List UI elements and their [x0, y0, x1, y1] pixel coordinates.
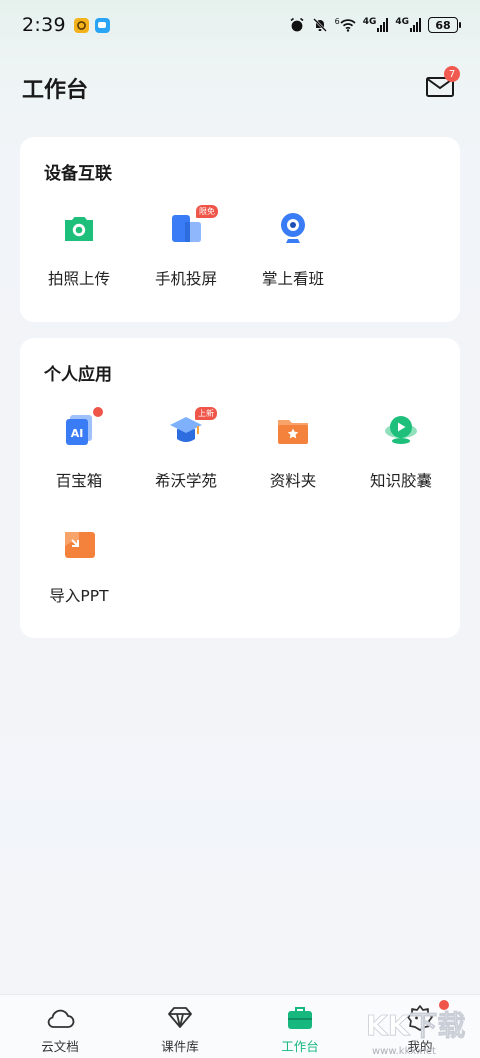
tile-label: 知识胶囊 [369, 472, 432, 490]
personal-section-card: 个人应用 AI 百宝箱 上新 希沃学苑 资料夹 知识胶囊 导入PPT [20, 338, 460, 638]
tab-label: 云文档 [41, 1039, 79, 1054]
tile-label: 资料夹 [269, 472, 317, 490]
notification-app-icon [73, 17, 89, 33]
tab-cloud-docs[interactable]: 云文档 [0, 995, 120, 1058]
signal-1: 4G [363, 18, 389, 32]
device-section-card: 设备互联 拍照上传 限免 手机投屏 掌上看班 [20, 137, 460, 322]
tab-workbench[interactable]: 工作台 [240, 995, 360, 1058]
tile-photo-upload[interactable]: 拍照上传 [24, 211, 134, 301]
alarm-icon [290, 17, 304, 32]
personal-section-title: 个人应用 [44, 365, 112, 385]
tab-label: 我的 [407, 1039, 433, 1054]
tile-label: 导入PPT [49, 587, 109, 605]
tab-courseware[interactable]: 课件库 [120, 995, 240, 1058]
page-title: 工作台 [22, 78, 89, 103]
mute-bell-icon [312, 18, 327, 32]
free-tag: 限免 [196, 205, 218, 218]
status-icons: 6 4G 4G 68 [289, 17, 461, 33]
tile-import-ppt[interactable]: 导入PPT [24, 528, 134, 618]
tile-label: 掌上看班 [261, 270, 324, 288]
import-ppt-icon [65, 532, 95, 558]
tile-folder[interactable]: 资料夹 [238, 413, 348, 503]
tile-toolbox[interactable]: AI 百宝箱 [24, 407, 134, 503]
ai-text: AI [71, 427, 84, 440]
network-label-2: 4G [395, 17, 409, 27]
bottom-tab-bar: 云文档 课件库 工作台 我的 [0, 994, 480, 1058]
tile-label: 百宝箱 [55, 472, 103, 490]
header: 工作台 [0, 62, 480, 112]
new-tag: 上新 [195, 407, 217, 420]
tile-class-monitor[interactable]: 掌上看班 [238, 211, 348, 301]
status-time: 2:39 [22, 14, 66, 36]
cloud-icon [47, 1009, 75, 1028]
new-dot [93, 407, 103, 417]
wifi-icon: 6 [335, 18, 356, 32]
profile-icon [407, 1005, 433, 1031]
tile-label: 手机投屏 [154, 270, 217, 288]
ai-toolbox-icon: AI [66, 415, 92, 445]
diamond-icon [168, 1007, 192, 1028]
battery-indicator: 68 [428, 17, 461, 33]
tile-screen-cast[interactable]: 限免 手机投屏 [131, 205, 241, 301]
tab-mine[interactable]: 我的 [360, 995, 480, 1058]
tab-label: 课件库 [161, 1039, 199, 1054]
tab-label: 工作台 [281, 1039, 319, 1054]
status-bar: 2:39 6 4G 4G 68 [0, 0, 480, 50]
tile-seewo-academy[interactable]: 上新 希沃学苑 [131, 407, 241, 503]
webcam-icon [281, 213, 305, 243]
network-label-1: 4G [362, 17, 377, 27]
briefcase-icon [288, 1007, 312, 1029]
tile-knowledge-capsule[interactable]: 知识胶囊 [346, 413, 456, 503]
tile-label: 拍照上传 [47, 270, 110, 288]
mail-badge: 7 [444, 66, 460, 82]
chat-app-icon [94, 17, 110, 33]
tab-mine-dot [439, 1000, 449, 1010]
play-capsule-icon [385, 416, 417, 444]
camera-icon [65, 217, 93, 241]
signal-2: 4G [395, 18, 421, 32]
tile-label: 希沃学苑 [154, 472, 217, 490]
device-section-title: 设备互联 [44, 164, 112, 184]
folder-star-icon [278, 420, 308, 444]
